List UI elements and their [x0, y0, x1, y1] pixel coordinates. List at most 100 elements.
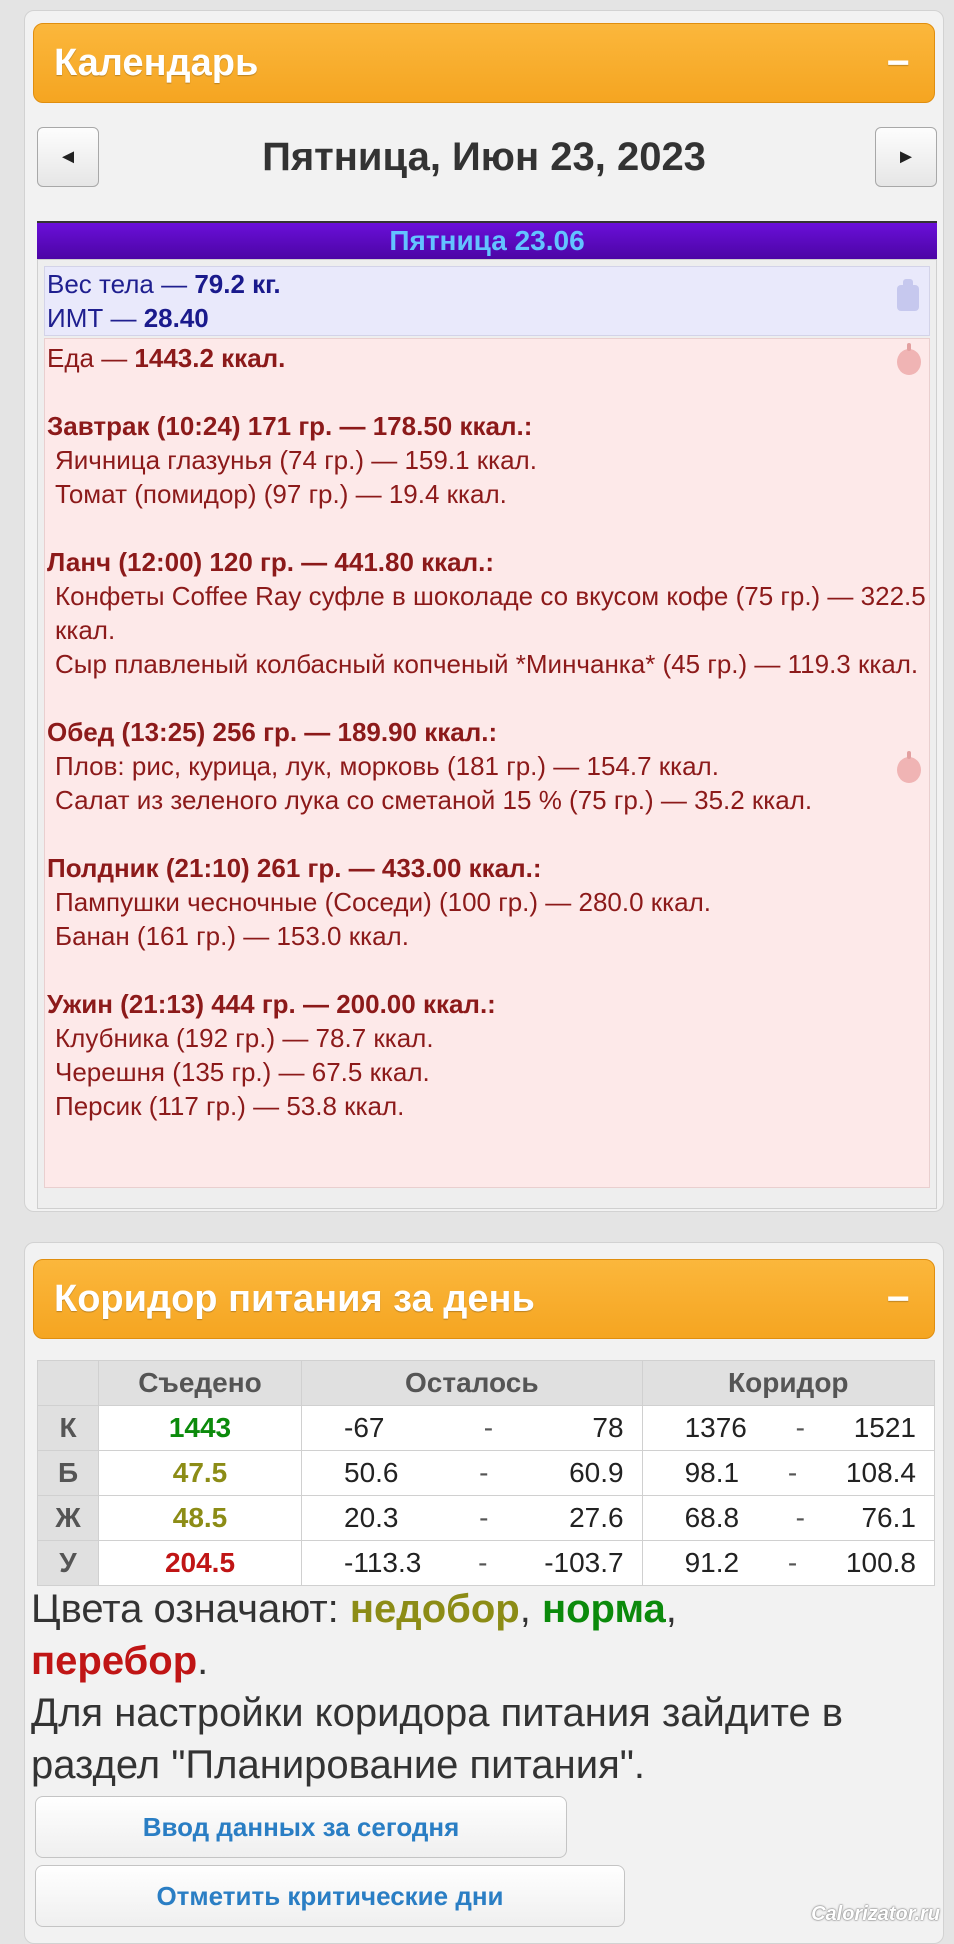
weight-line: Вес тела — 79.2 кг.: [47, 267, 929, 301]
table-row: Ж 48.5 20.3 - 27.6 68.8 - 76.1: [37, 1495, 936, 1541]
body-measurements[interactable]: Вес тела — 79.2 кг. ИМТ — 28.40: [44, 266, 930, 336]
corridor-min: 91.2: [684, 1547, 740, 1578]
prev-day-button[interactable]: ◄: [37, 127, 99, 187]
food-total-label: Еда —: [47, 343, 135, 373]
calendar-title: Календарь: [54, 41, 259, 84]
meal-title[interactable]: Завтрак (10:24) 171 гр. — 178.50 ккал.:: [47, 409, 929, 443]
meal-item[interactable]: Яичница глазунья (74 гр.) — 159.1 ккал.: [47, 443, 929, 477]
mark-critical-days-button[interactable]: Отметить критические дни: [35, 1865, 625, 1927]
remaining-range: -113.3 - -103.7: [301, 1540, 643, 1586]
legend-norm: норма: [541, 1587, 666, 1631]
day-diary: Вес тела — 79.2 кг. ИМТ — 28.40 Еда — 14…: [37, 259, 937, 1209]
range-dash: -: [478, 1547, 488, 1578]
legend-over: перебор: [31, 1639, 198, 1683]
corridor-note: Для настройки коридора питания зайдите в…: [31, 1691, 844, 1787]
remaining-range: 50.6 - 60.9: [301, 1450, 643, 1496]
apple-icon: [897, 343, 921, 375]
bmi-value: 28.40: [143, 303, 209, 333]
nutrient-label: К: [37, 1405, 99, 1451]
enter-today-button[interactable]: Ввод данных за сегодня: [35, 1796, 567, 1858]
legend: Цвета означают: недобор, норма, перебор.…: [31, 1583, 937, 1791]
remaining-max: 78: [592, 1412, 624, 1443]
remaining-min: 50.6: [344, 1457, 399, 1488]
eaten-value: 47.5: [98, 1450, 302, 1496]
header-label: [37, 1360, 99, 1406]
meal-title[interactable]: Ужин (21:13) 444 гр. — 200.00 ккал.:: [47, 987, 929, 1021]
meal-block: Ужин (21:13) 444 гр. — 200.00 ккал.: Клуб…: [47, 987, 929, 1123]
collapse-icon[interactable]: −: [887, 1279, 910, 1319]
meal-title[interactable]: Ланч (12:00) 120 гр. — 441.80 ккал.:: [47, 545, 929, 579]
remaining-min: 20.3: [344, 1502, 399, 1533]
eaten-value: 204.5: [98, 1540, 302, 1586]
calendar-header[interactable]: Календарь −: [33, 23, 935, 103]
header-corridor: Коридор: [641, 1360, 936, 1406]
legend-under: недобор: [349, 1587, 520, 1631]
meal-block: Ланч (12:00) 120 гр. — 441.80 ккал.: Конф…: [47, 545, 929, 681]
meal-item[interactable]: Сыр плавленый колбасный копченый *Минчан…: [47, 647, 929, 681]
weight-label: Вес тела —: [47, 269, 195, 299]
meal-title[interactable]: Обед (13:25) 256 гр. — 189.90 ккал.:: [47, 715, 929, 749]
meal-item[interactable]: Салат из зеленого лука со сметаной 15 % …: [47, 783, 929, 817]
corridor-title: Коридор питания за день: [54, 1277, 535, 1320]
remaining-max: 60.9: [569, 1457, 624, 1488]
corridor-max: 76.1: [861, 1502, 916, 1533]
range-dash: -: [795, 1502, 805, 1533]
range-dash: -: [795, 1412, 805, 1443]
corridor-min: 68.8: [684, 1502, 740, 1533]
collapse-icon[interactable]: −: [887, 43, 910, 83]
eaten-value: 1443: [98, 1405, 302, 1451]
corridor-range: 1376 - 1521: [641, 1405, 936, 1451]
nutrient-label: Б: [37, 1450, 99, 1496]
meal-item[interactable]: Пампушки чесночные (Соседи) (100 гр.) — …: [47, 885, 929, 919]
food-total-value: 1443.2 ккал.: [134, 343, 286, 373]
range-dash: -: [787, 1457, 798, 1488]
range-dash: -: [787, 1547, 798, 1578]
table-header-row: Съедено Осталось Коридор: [37, 1360, 936, 1406]
food-total-line: Еда — 1443.2 ккал.: [47, 341, 929, 375]
range-dash: -: [479, 1502, 489, 1533]
meal-item[interactable]: Конфеты Coffee Ray суфле в шоколаде со в…: [47, 579, 929, 647]
corridor-min: 1376: [684, 1412, 747, 1443]
weight-value: 79.2 кг.: [194, 269, 281, 299]
meal-block: Обед (13:25) 256 гр. — 189.90 ккал.: Плов…: [47, 715, 929, 817]
meal-item[interactable]: Клубника (192 гр.) — 78.7 ккал.: [47, 1021, 929, 1055]
watermark: Calorizator.ru: [811, 1903, 940, 1925]
table-row: У 204.5 -113.3 - -103.7 91.2 - 100.8: [37, 1540, 936, 1586]
meal-block: Завтрак (10:24) 171 гр. — 178.50 ккал.: Я…: [47, 409, 929, 511]
nutrient-label: Ж: [37, 1495, 99, 1541]
table-row: К 1443 -67 - 78 1376 - 1521: [37, 1405, 936, 1451]
scale-icon: [897, 279, 919, 311]
calendar-panel: Календарь − ◄ Пятница, Июн 23, 2023 ► Пя…: [24, 10, 944, 1212]
corridor-max: 1521: [853, 1412, 916, 1443]
food-log[interactable]: Еда — 1443.2 ккал. Завтрак (10:24) 171 г…: [44, 338, 930, 1188]
nutrient-label: У: [37, 1540, 99, 1586]
next-day-button[interactable]: ►: [875, 127, 937, 187]
day-bar[interactable]: Пятница 23.06: [37, 221, 937, 259]
meals-list: Завтрак (10:24) 171 гр. — 178.50 ккал.: Я…: [47, 409, 929, 1123]
remaining-min: -67: [344, 1412, 385, 1443]
corridor-table: Съедено Осталось Коридор К 1443 -67 - 78 1376…: [37, 1360, 936, 1586]
corridor-max: 108.4: [845, 1457, 916, 1488]
meal-item[interactable]: Плов: рис, курица, лук, морковь (181 гр.…: [47, 749, 929, 783]
meal-block: Полдник (21:10) 261 гр. — 433.00 ккал.: П…: [47, 851, 929, 953]
eaten-value: 48.5: [98, 1495, 302, 1541]
arrow-left-icon: ◄: [58, 145, 78, 168]
meal-item[interactable]: Банан (161 гр.) — 153.0 ккал.: [47, 919, 929, 953]
corridor-range: 68.8 - 76.1: [641, 1495, 936, 1541]
legend-separator: ,: [665, 1587, 677, 1631]
corridor-header[interactable]: Коридор питания за день −: [33, 1259, 935, 1339]
remaining-range: -67 - 78: [301, 1405, 643, 1451]
meal-item[interactable]: Персик (117 гр.) — 53.8 ккал.: [47, 1089, 929, 1123]
meal-item[interactable]: Черешня (135 гр.) — 67.5 ккал.: [47, 1055, 929, 1089]
legend-separator: ,: [519, 1587, 542, 1631]
meal-item[interactable]: Томат (помидор) (97 гр.) — 19.4 ккал.: [47, 477, 929, 511]
legend-end: .: [197, 1639, 209, 1683]
corridor-max: 100.8: [845, 1547, 916, 1578]
remaining-max: -103.7: [544, 1547, 624, 1578]
corridor-range: 91.2 - 100.8: [641, 1540, 936, 1586]
remaining-max: 27.6: [569, 1502, 624, 1533]
corridor-min: 98.1: [684, 1457, 740, 1488]
corridor-range: 98.1 - 108.4: [641, 1450, 936, 1496]
meal-title[interactable]: Полдник (21:10) 261 гр. — 433.00 ккал.:: [47, 851, 929, 885]
date-title: Пятница, Июн 23, 2023: [262, 135, 706, 179]
